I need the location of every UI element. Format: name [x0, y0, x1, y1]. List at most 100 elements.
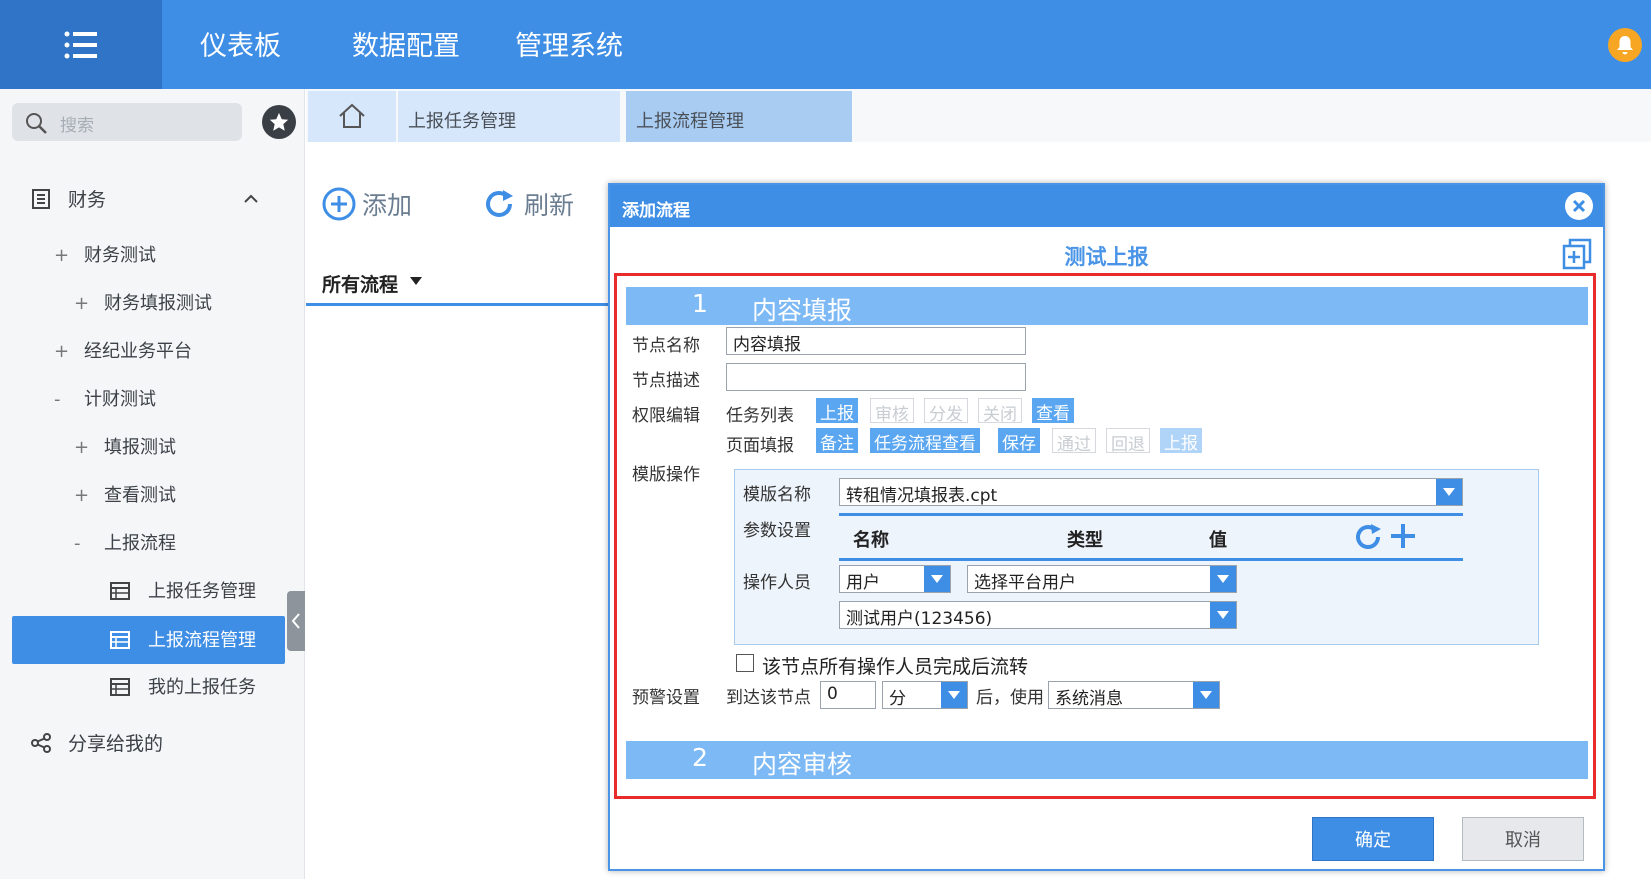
perm-submit[interactable]: 上报: [1160, 428, 1202, 454]
sidebar-item-fill-test[interactable]: + 填报测试: [74, 433, 176, 459]
perm-remark[interactable]: 备注: [816, 428, 858, 454]
nav-data-config[interactable]: 数据配置: [352, 24, 460, 63]
perm-task-flow-view[interactable]: 任务流程查看: [870, 428, 980, 454]
operator-user-select[interactable]: 测试用户(123456): [839, 601, 1237, 629]
top-bar: 仪表板 数据配置 管理系统: [0, 0, 1651, 89]
sidebar-item-label: 经纪业务平台: [84, 341, 192, 362]
add-button[interactable]: 添加: [322, 186, 412, 222]
dialog-header: 添加流程: [610, 185, 1603, 227]
dropdown-arrow-icon[interactable]: [941, 682, 967, 708]
dropdown-arrow-icon[interactable]: [1210, 602, 1236, 628]
perm-distribute[interactable]: 分发: [924, 398, 968, 425]
perm-review[interactable]: 审核: [870, 398, 914, 425]
refresh-button-label: 刷新: [524, 191, 575, 220]
add-param-icon[interactable]: [1389, 522, 1417, 550]
node-name-input[interactable]: 内容填报: [726, 327, 1026, 355]
dropdown-arrow-icon[interactable]: [1210, 566, 1236, 592]
template-name-select[interactable]: 转租情况填报表.cpt: [839, 478, 1463, 506]
flow-name-title[interactable]: 测试上报: [610, 241, 1603, 271]
notification-bell-icon[interactable]: [1608, 28, 1642, 62]
dialog-title: 添加流程: [622, 201, 690, 221]
param-settings-label: 参数设置: [743, 521, 811, 541]
operator-select-value: 选择平台用户: [974, 573, 1076, 593]
flow-after-all-checkbox[interactable]: [736, 654, 754, 672]
sidebar-item-my-report-tasks[interactable]: 我的上报任务: [110, 673, 256, 699]
sidebar-item-report-flow[interactable]: - 上报流程: [74, 529, 176, 555]
warning-settings-label: 预警设置: [632, 688, 700, 708]
tab-report-flow-mgmt[interactable]: 上报流程管理: [626, 91, 852, 142]
template-name-value: 转租情况填报表.cpt: [846, 486, 998, 506]
perm-save[interactable]: 保存: [998, 428, 1040, 454]
section-number: 2: [692, 743, 708, 772]
perm-view[interactable]: 查看: [1032, 398, 1074, 424]
sidebar-item-finance-fill-test[interactable]: + 财务填报测试: [74, 289, 212, 315]
refresh-params-icon[interactable]: [1353, 522, 1385, 552]
sidebar: 搜索 财务 + 财务测试 + 财务填报测试 + 经纪业务平台 - 计财测试 + 填报测试 …: [0, 89, 305, 879]
perm-return[interactable]: 回退: [1106, 428, 1150, 455]
add-node-icon[interactable]: [1562, 238, 1592, 270]
sidebar-item-view-test[interactable]: + 查看测试: [74, 481, 176, 507]
cancel-button[interactable]: 取消: [1462, 817, 1584, 861]
dropdown-arrow-icon[interactable]: [1193, 682, 1219, 708]
sidebar-item-report-task-mgmt[interactable]: 上报任务管理: [110, 577, 256, 603]
sidebar-group-finance[interactable]: 财务: [30, 185, 106, 212]
add-circle-icon: [322, 187, 356, 221]
sidebar-collapse-handle[interactable]: [287, 591, 305, 651]
sidebar-item-finance-test[interactable]: + 财务测试: [54, 241, 156, 267]
node-desc-label: 节点描述: [632, 371, 700, 391]
section-title: 内容审核: [752, 750, 853, 779]
tab-report-task-mgmt[interactable]: 上报任务管理: [398, 91, 620, 142]
sidebar-item-brokerage-platform[interactable]: + 经纪业务平台: [54, 337, 192, 363]
sidebar-item-accounting-test[interactable]: - 计财测试: [54, 385, 156, 411]
operator-select[interactable]: 选择平台用户: [967, 565, 1237, 593]
sidebar-item-report-flow-mgmt[interactable]: 上报流程管理: [110, 626, 256, 652]
template-panel: 模版名称 转租情况填报表.cpt 参数设置 名称 类型 值 操作人员 用户 选择…: [734, 469, 1539, 645]
perm-report[interactable]: 上报: [816, 398, 858, 424]
perm-approve[interactable]: 通过: [1052, 428, 1096, 455]
sidebar-item-shared-with-me[interactable]: 分享给我的: [30, 729, 163, 756]
node-name-label: 节点名称: [632, 336, 700, 356]
sidebar-item-label: 计财测试: [84, 389, 156, 410]
section-content-review[interactable]: 2 内容审核: [626, 741, 1588, 779]
favorites-star-icon[interactable]: [262, 105, 296, 139]
list-menu-icon: [64, 31, 97, 58]
confirm-button[interactable]: 确定: [1312, 817, 1434, 861]
expand-icon: +: [74, 437, 90, 458]
add-flow-dialog: 添加流程 测试上报 1 内容填报 节点名称 内容填报 节点描述 权限编辑 任务列…: [608, 183, 1605, 871]
nav-management-system[interactable]: 管理系统: [515, 24, 623, 63]
share-icon: [31, 733, 51, 753]
perm-edit-label: 权限编辑: [632, 406, 700, 426]
sidebar-item-label: 分享给我的: [68, 733, 164, 755]
search-input[interactable]: 搜索: [12, 103, 242, 141]
tab-home[interactable]: [308, 91, 396, 142]
add-button-label: 添加: [362, 191, 413, 220]
perm-close[interactable]: 关闭: [978, 398, 1022, 425]
section-title: 内容填报: [752, 296, 853, 325]
warning-unit-select[interactable]: 分: [882, 681, 968, 709]
sidebar-item-label: 我的上报任务: [148, 677, 256, 698]
collapse-icon: -: [74, 533, 81, 554]
page-fill-perms: 备注 任务流程查看 保存 通过 回退 上报: [816, 428, 1216, 455]
sidebar-item-label: 上报任务管理: [148, 581, 256, 602]
node-desc-input[interactable]: [726, 363, 1026, 391]
chevron-left-icon: [291, 613, 300, 629]
caret-down-icon: [410, 277, 422, 285]
expand-icon: +: [74, 485, 90, 506]
section-content-fill[interactable]: 1 内容填报: [626, 287, 1588, 325]
dropdown-arrow-icon[interactable]: [924, 566, 950, 592]
chevron-up-icon[interactable]: [244, 193, 258, 203]
collapse-icon: -: [54, 389, 61, 410]
filter-tab[interactable]: 所有流程: [306, 256, 611, 306]
section-number: 1: [692, 289, 708, 318]
warning-method-select[interactable]: 系统消息: [1048, 681, 1220, 709]
dropdown-arrow-icon[interactable]: [1436, 479, 1462, 505]
expand-icon: +: [54, 245, 70, 266]
operator-type-select[interactable]: 用户: [839, 565, 951, 593]
warning-time-input[interactable]: 0: [820, 681, 876, 709]
menu-toggle-button[interactable]: [0, 0, 162, 89]
refresh-button[interactable]: 刷新: [482, 186, 574, 222]
nav-dashboard[interactable]: 仪表板: [200, 24, 281, 63]
close-icon[interactable]: [1565, 192, 1593, 220]
template-op-label: 模版操作: [632, 465, 700, 485]
param-col-type: 类型: [1067, 530, 1103, 551]
